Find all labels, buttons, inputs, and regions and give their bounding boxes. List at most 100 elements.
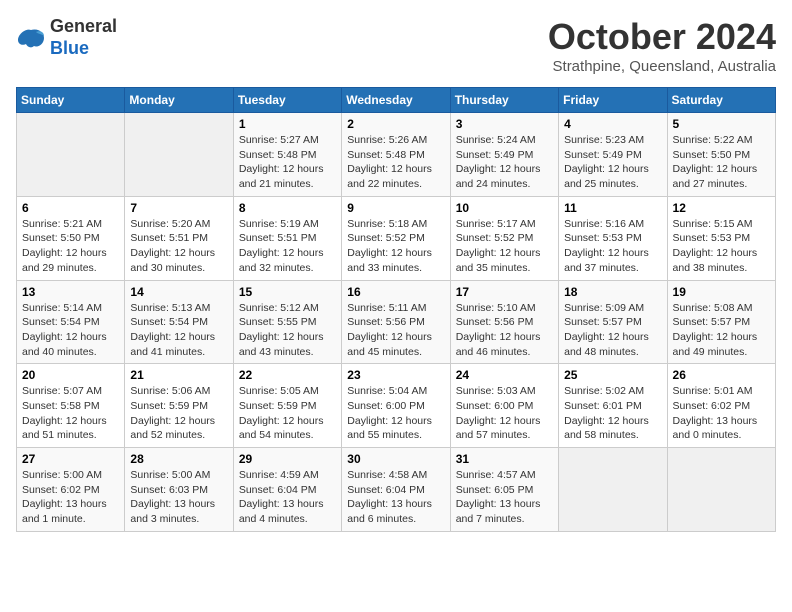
- day-number: 8: [239, 201, 336, 215]
- day-info: Sunrise: 5:26 AM Sunset: 5:48 PM Dayligh…: [347, 133, 444, 192]
- day-info: Sunrise: 5:03 AM Sunset: 6:00 PM Dayligh…: [456, 384, 553, 443]
- calendar-cell: 21Sunrise: 5:06 AM Sunset: 5:59 PM Dayli…: [125, 364, 233, 448]
- logo-icon: [16, 26, 46, 50]
- day-info: Sunrise: 5:15 AM Sunset: 5:53 PM Dayligh…: [673, 217, 770, 276]
- day-number: 10: [456, 201, 553, 215]
- calendar-cell: 16 Sunrise: 5:11 AM Sunset: 5:56 PM Dayli…: [342, 280, 450, 364]
- day-info: Sunrise: 5:04 AM Sunset: 6:00 PM Dayligh…: [347, 384, 444, 443]
- day-info: Sunrise: 5:10 AM Sunset: 5:56 PM Dayligh…: [456, 301, 553, 360]
- calendar-week-row: 13 Sunrise: 5:14 AM Sunset: 5:54 PM Dayli…: [17, 280, 776, 364]
- day-info: Sunrise: 5:00 AM Sunset: 6:03 PM Dayligh…: [130, 468, 227, 527]
- calendar-cell: [17, 113, 125, 197]
- day-info: Sunrise: 4:57 AM Sunset: 6:05 PM Dayligh…: [456, 468, 553, 527]
- day-info: Sunrise: 5:19 AM Sunset: 5:51 PM Dayligh…: [239, 217, 336, 276]
- calendar-cell: 8 Sunrise: 5:19 AM Sunset: 5:51 PM Daylig…: [233, 196, 341, 280]
- calendar-week-row: 6Sunrise: 5:21 AM Sunset: 5:50 PM Daylig…: [17, 196, 776, 280]
- logo: General Blue: [16, 16, 117, 59]
- calendar-table: SundayMondayTuesdayWednesdayThursdayFrid…: [16, 87, 776, 532]
- calendar-cell: 23 Sunrise: 5:04 AM Sunset: 6:00 PM Dayli…: [342, 364, 450, 448]
- day-info: Sunrise: 5:12 AM Sunset: 5:55 PM Dayligh…: [239, 301, 336, 360]
- logo-blue: Blue: [50, 38, 89, 58]
- day-info: Sunrise: 5:02 AM Sunset: 6:01 PM Dayligh…: [564, 384, 661, 443]
- day-number: 12: [673, 201, 770, 215]
- day-number: 11: [564, 201, 661, 215]
- title-block: October 2024 Strathpine, Queensland, Aus…: [548, 16, 776, 75]
- day-info: Sunrise: 5:21 AM Sunset: 5:50 PM Dayligh…: [22, 217, 119, 276]
- day-number: 22: [239, 368, 336, 382]
- calendar-cell: [667, 448, 775, 532]
- day-info: Sunrise: 5:14 AM Sunset: 5:54 PM Dayligh…: [22, 301, 119, 360]
- day-info: Sunrise: 4:58 AM Sunset: 6:04 PM Dayligh…: [347, 468, 444, 527]
- calendar-cell: 29 Sunrise: 4:59 AM Sunset: 6:04 PM Dayli…: [233, 448, 341, 532]
- calendar-cell: 3 Sunrise: 5:24 AM Sunset: 5:49 PM Daylig…: [450, 113, 558, 197]
- day-info: Sunrise: 5:18 AM Sunset: 5:52 PM Dayligh…: [347, 217, 444, 276]
- day-info: Sunrise: 5:27 AM Sunset: 5:48 PM Dayligh…: [239, 133, 336, 192]
- weekday-header: Monday: [125, 88, 233, 113]
- day-number: 9: [347, 201, 444, 215]
- day-info: Sunrise: 5:07 AM Sunset: 5:58 PM Dayligh…: [22, 384, 119, 443]
- day-number: 30: [347, 452, 444, 466]
- calendar-week-row: 1 Sunrise: 5:27 AM Sunset: 5:48 PM Daylig…: [17, 113, 776, 197]
- calendar-cell: 20 Sunrise: 5:07 AM Sunset: 5:58 PM Dayli…: [17, 364, 125, 448]
- calendar-cell: [125, 113, 233, 197]
- day-info: Sunrise: 5:09 AM Sunset: 5:57 PM Dayligh…: [564, 301, 661, 360]
- day-number: 17: [456, 285, 553, 299]
- day-number: 16: [347, 285, 444, 299]
- calendar-cell: 7Sunrise: 5:20 AM Sunset: 5:51 PM Daylig…: [125, 196, 233, 280]
- day-info: Sunrise: 5:16 AM Sunset: 5:53 PM Dayligh…: [564, 217, 661, 276]
- calendar-cell: 10Sunrise: 5:17 AM Sunset: 5:52 PM Dayli…: [450, 196, 558, 280]
- weekday-header: Thursday: [450, 88, 558, 113]
- calendar-cell: 1 Sunrise: 5:27 AM Sunset: 5:48 PM Daylig…: [233, 113, 341, 197]
- calendar-week-row: 20 Sunrise: 5:07 AM Sunset: 5:58 PM Dayli…: [17, 364, 776, 448]
- calendar-cell: 12 Sunrise: 5:15 AM Sunset: 5:53 PM Dayli…: [667, 196, 775, 280]
- calendar-cell: [559, 448, 667, 532]
- day-number: 20: [22, 368, 119, 382]
- weekday-header: Wednesday: [342, 88, 450, 113]
- day-info: Sunrise: 5:13 AM Sunset: 5:54 PM Dayligh…: [130, 301, 227, 360]
- calendar-cell: 13 Sunrise: 5:14 AM Sunset: 5:54 PM Dayli…: [17, 280, 125, 364]
- day-number: 4: [564, 117, 661, 131]
- day-info: Sunrise: 5:01 AM Sunset: 6:02 PM Dayligh…: [673, 384, 770, 443]
- page-header: General Blue October 2024 Strathpine, Qu…: [16, 16, 776, 75]
- calendar-cell: 24 Sunrise: 5:03 AM Sunset: 6:00 PM Dayli…: [450, 364, 558, 448]
- calendar-cell: 18 Sunrise: 5:09 AM Sunset: 5:57 PM Dayli…: [559, 280, 667, 364]
- day-number: 5: [673, 117, 770, 131]
- day-info: Sunrise: 5:23 AM Sunset: 5:49 PM Dayligh…: [564, 133, 661, 192]
- calendar-cell: 9 Sunrise: 5:18 AM Sunset: 5:52 PM Daylig…: [342, 196, 450, 280]
- weekday-header: Tuesday: [233, 88, 341, 113]
- calendar-cell: 2 Sunrise: 5:26 AM Sunset: 5:48 PM Daylig…: [342, 113, 450, 197]
- day-number: 18: [564, 285, 661, 299]
- day-number: 3: [456, 117, 553, 131]
- calendar-cell: 5 Sunrise: 5:22 AM Sunset: 5:50 PM Daylig…: [667, 113, 775, 197]
- day-number: 15: [239, 285, 336, 299]
- day-info: Sunrise: 5:24 AM Sunset: 5:49 PM Dayligh…: [456, 133, 553, 192]
- month-year-title: October 2024: [548, 16, 776, 58]
- day-number: 23: [347, 368, 444, 382]
- day-number: 19: [673, 285, 770, 299]
- calendar-cell: 26Sunrise: 5:01 AM Sunset: 6:02 PM Dayli…: [667, 364, 775, 448]
- day-number: 13: [22, 285, 119, 299]
- location-subtitle: Strathpine, Queensland, Australia: [548, 58, 776, 75]
- day-info: Sunrise: 5:22 AM Sunset: 5:50 PM Dayligh…: [673, 133, 770, 192]
- calendar-cell: 4 Sunrise: 5:23 AM Sunset: 5:49 PM Daylig…: [559, 113, 667, 197]
- day-number: 2: [347, 117, 444, 131]
- day-number: 31: [456, 452, 553, 466]
- day-number: 29: [239, 452, 336, 466]
- calendar-cell: 6Sunrise: 5:21 AM Sunset: 5:50 PM Daylig…: [17, 196, 125, 280]
- day-number: 24: [456, 368, 553, 382]
- day-info: Sunrise: 4:59 AM Sunset: 6:04 PM Dayligh…: [239, 468, 336, 527]
- calendar-cell: 27Sunrise: 5:00 AM Sunset: 6:02 PM Dayli…: [17, 448, 125, 532]
- calendar-cell: 15 Sunrise: 5:12 AM Sunset: 5:55 PM Dayli…: [233, 280, 341, 364]
- calendar-cell: 25 Sunrise: 5:02 AM Sunset: 6:01 PM Dayli…: [559, 364, 667, 448]
- weekday-header: Friday: [559, 88, 667, 113]
- calendar-cell: 17 Sunrise: 5:10 AM Sunset: 5:56 PM Dayli…: [450, 280, 558, 364]
- day-info: Sunrise: 5:11 AM Sunset: 5:56 PM Dayligh…: [347, 301, 444, 360]
- day-number: 25: [564, 368, 661, 382]
- day-number: 7: [130, 201, 227, 215]
- day-number: 14: [130, 285, 227, 299]
- weekday-header: Saturday: [667, 88, 775, 113]
- logo-text: General Blue: [50, 16, 117, 59]
- logo-general: General: [50, 16, 117, 36]
- day-number: 1: [239, 117, 336, 131]
- calendar-cell: 31 Sunrise: 4:57 AM Sunset: 6:05 PM Dayli…: [450, 448, 558, 532]
